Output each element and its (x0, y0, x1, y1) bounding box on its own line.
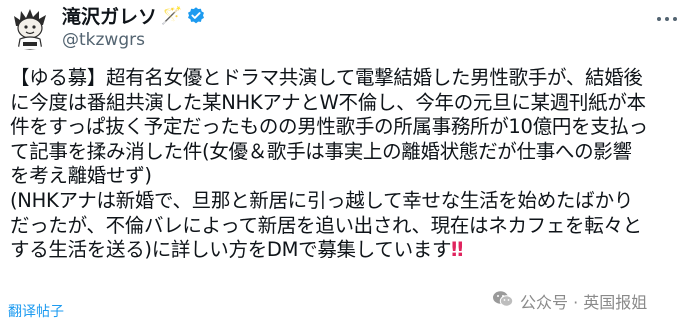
post-text-line: を考え離婚せず) (10, 164, 152, 188)
post-text-line: に今度は番組共演した某NHKアナとW不倫し、今年の元旦に某週刊紙が本 (10, 90, 646, 114)
watermark-text: 公众号 · 英国报姐 (520, 293, 648, 312)
magic-wand-emoji: 🪄 (161, 5, 183, 26)
watermark: 公众号 · 英国报姐 (492, 289, 647, 313)
user-handle[interactable]: @tkzwgrs (62, 30, 145, 50)
post-text-line: て記事を揉み消した件(女優＆歌手は事実上の離婚状態だが仕事への影響 (10, 139, 632, 163)
verified-badge-icon (186, 6, 206, 26)
mascot-avatar (14, 9, 46, 50)
post-text-line: 件をすっぱ抜く予定だったものの男性歌手の所属事務所が10億円を支払っ (10, 115, 648, 139)
post-text-line: (NHKアナは新婚で、旦那と新居に引っ越して幸せな生活を始めたばかり (10, 188, 634, 212)
post-text-line-last: する生活を送る)に詳しい方をDMで募集しています‼ (10, 238, 690, 263)
post-text-line: 【ゆる募】超有名女優とドラマ共演して電撃結婚した男性歌手が、結婚後 (10, 66, 643, 89)
translate-post-link[interactable]: 翻译帖子 (8, 301, 64, 321)
post-header: 滝沢ガレソ 🪄 @tkzwgrs (0, 0, 696, 62)
double-exclamation-emoji: ‼ (451, 238, 464, 262)
more-options-icon[interactable] (652, 8, 682, 30)
wechat-icon (492, 290, 514, 312)
post-text: 【ゆる募】超有名女優とドラマ共演して電撃結婚した男性歌手が、結婚後 に今度は番組… (10, 66, 690, 263)
post-text-line: だったが、不倫バレによって新居を追い出され、現在はネカフェを転々と (10, 213, 642, 237)
display-name[interactable]: 滝沢ガレソ 🪄 (62, 2, 206, 29)
display-name-text: 滝沢ガレソ (62, 6, 158, 28)
post-text-line-content: する生活を送る)に詳しい方をDMで募集しています (10, 238, 452, 262)
avatar[interactable] (8, 6, 52, 50)
